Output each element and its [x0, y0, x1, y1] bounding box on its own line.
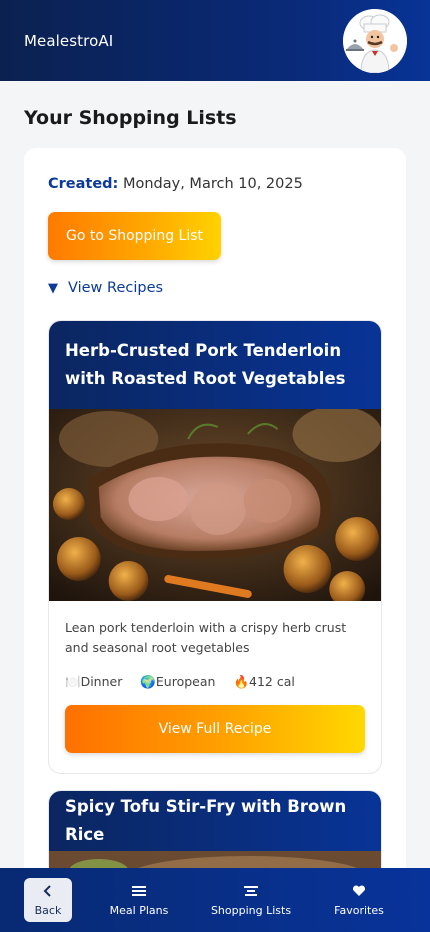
chevron-left-icon — [43, 883, 53, 899]
meal-plans-label: Meal Plans — [109, 904, 169, 917]
shopping-list-card: Created: Monday, March 10, 2025 Go to Sh… — [24, 148, 406, 932]
heart-icon — [352, 883, 366, 899]
chef-icon — [343, 8, 407, 73]
page-title: Your Shopping Lists — [24, 107, 237, 129]
favorites-label: Favorites — [334, 904, 384, 917]
view-recipes-toggle[interactable]: ▼ View Recipes — [48, 280, 163, 296]
cuisine-tag: 🌍European — [140, 674, 216, 689]
go-to-shopping-list-button[interactable]: Go to Shopping List — [48, 212, 221, 260]
shopping-lists-label: Shopping Lists — [210, 904, 292, 917]
recipe-card: Herb-Crusted Pork Tenderloin with Roaste… — [48, 320, 382, 774]
created-date: Monday, March 10, 2025 — [122, 176, 303, 192]
nav-meal-plans[interactable]: Meal Plans — [105, 878, 173, 922]
back-label: Back — [34, 904, 62, 917]
created-label: Created: — [48, 176, 119, 192]
meal-type-tag: 🍽️Dinner — [65, 674, 123, 689]
nav-shopping-lists[interactable]: Shopping Lists — [209, 878, 293, 922]
created-line: Created: Monday, March 10, 2025 — [48, 176, 303, 192]
recipe-meta: 🍽️Dinner 🌍European 🔥412 cal — [49, 658, 381, 690]
recipe-title: Spicy Tofu Stir-Fry with Brown Rice — [49, 791, 381, 851]
recipe-title: Herb-Crusted Pork Tenderloin with Roaste… — [49, 321, 381, 409]
view-full-recipe-button[interactable]: View Full Recipe — [65, 705, 365, 753]
nav-favorites[interactable]: Favorites — [331, 878, 387, 922]
calories-tag: 🔥412 cal — [233, 674, 295, 689]
recipe-description: Lean pork tenderloin with a crispy herb … — [65, 620, 347, 655]
chef-avatar[interactable] — [343, 8, 407, 73]
app-title: MealestroAI — [24, 31, 114, 50]
back-button[interactable]: Back — [24, 878, 72, 922]
app-header: MealestroAI — [0, 0, 430, 81]
view-recipes-label: View Recipes — [68, 280, 164, 296]
triangle-down-icon: ▼ — [48, 280, 58, 296]
list-icon — [244, 883, 258, 899]
menu-icon — [132, 883, 146, 899]
recipe-image — [49, 409, 381, 601]
bottom-nav: Back Meal Plans Shopping Lists Favorites — [0, 868, 430, 932]
